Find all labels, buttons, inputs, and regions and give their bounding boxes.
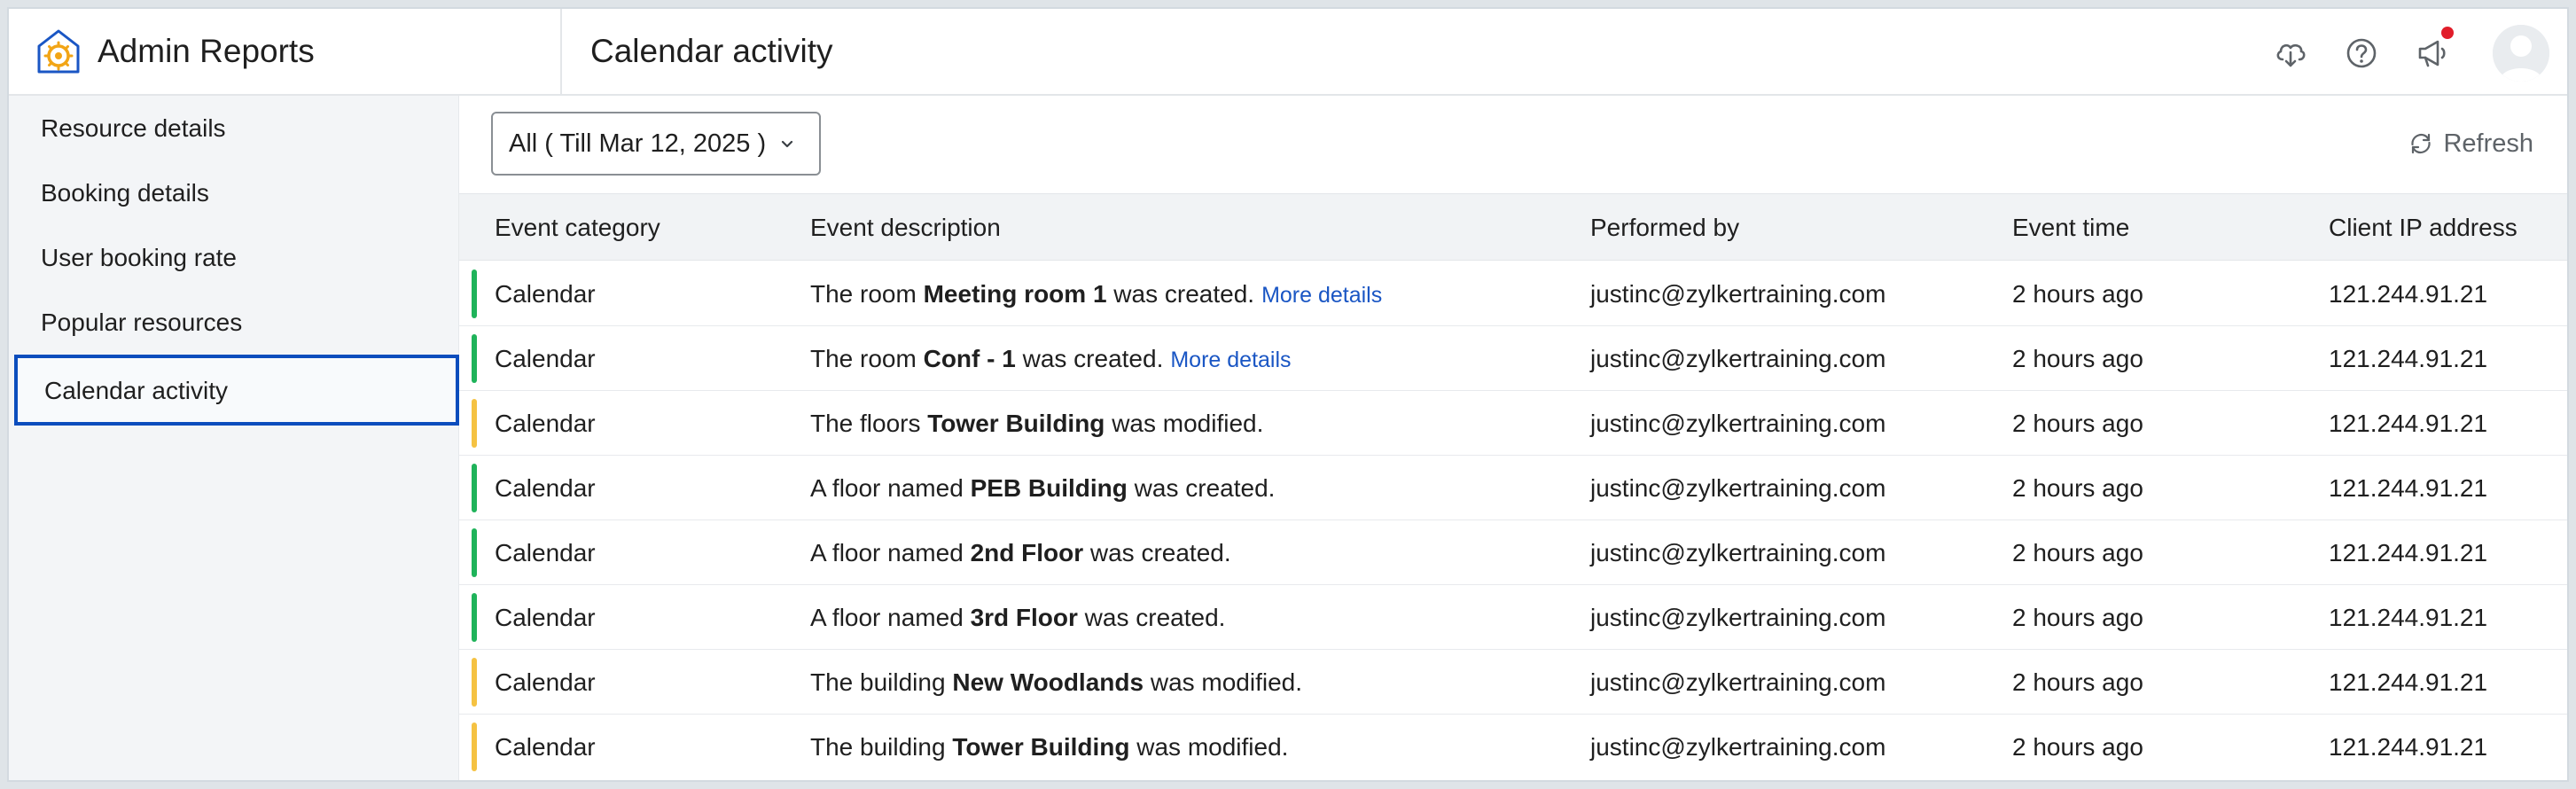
event-description: The building Tower Building was modified… — [810, 733, 1289, 761]
event-time: 2 hours ago — [2012, 474, 2143, 502]
event-category: Calendar — [495, 539, 596, 566]
app-title: Admin Reports — [98, 33, 315, 69]
event-description: The floors Tower Building was modified. — [810, 410, 1264, 437]
event-time: 2 hours ago — [2012, 733, 2143, 761]
status-indicator — [472, 723, 477, 771]
status-indicator — [472, 528, 477, 577]
client-ip: 121.244.91.21 — [2329, 733, 2488, 761]
event-category: Calendar — [495, 604, 596, 631]
event-time: 2 hours ago — [2012, 539, 2143, 566]
table-row: Calendar The building Tower Building was… — [459, 715, 2567, 779]
avatar[interactable] — [2493, 25, 2549, 82]
event-description: The room Meeting room 1 was created. More… — [810, 280, 1383, 308]
table-row: Calendar The room Meeting room 1 was cre… — [459, 262, 2567, 326]
column-header-performed-by: Performed by — [1590, 214, 1740, 241]
date-filter-dropdown[interactable]: All ( Till Mar 12, 2025 ) — [491, 112, 822, 176]
status-indicator — [472, 464, 477, 512]
sidebar-item-resource-details[interactable]: Resource details — [9, 96, 459, 161]
status-indicator — [472, 658, 477, 707]
status-indicator — [472, 334, 477, 383]
table-row: Calendar The room Conf - 1 was created. M… — [459, 326, 2567, 391]
client-ip: 121.244.91.21 — [2329, 345, 2488, 372]
chevron-down-icon — [782, 140, 793, 148]
event-category: Calendar — [495, 410, 596, 437]
admin-reports-logo-icon — [35, 28, 82, 74]
client-ip: 121.244.91.21 — [2329, 604, 2488, 631]
column-header-event-time: Event time — [2012, 214, 2130, 241]
column-header-client-ip: Client IP address — [2329, 214, 2517, 241]
notification-dot — [2441, 27, 2454, 39]
status-indicator — [472, 593, 477, 642]
event-category: Calendar — [495, 345, 596, 372]
main-content: All ( Till Mar 12, 2025 ) Refresh Event … — [459, 96, 2567, 780]
client-ip: 121.244.91.21 — [2329, 539, 2488, 566]
refresh-button[interactable]: Refresh — [2408, 122, 2533, 165]
table-row: Calendar The floors Tower Building was m… — [459, 391, 2567, 456]
status-indicator — [472, 399, 477, 448]
help-icon[interactable] — [2344, 35, 2379, 71]
performed-by: justinc@zylkertraining.com — [1590, 604, 1886, 631]
sidebar-item-calendar-activity[interactable]: Calendar activity — [14, 355, 459, 426]
event-description: A floor named 3rd Floor was created. — [810, 604, 1226, 631]
event-time: 2 hours ago — [2012, 345, 2143, 372]
event-time: 2 hours ago — [2012, 410, 2143, 437]
column-header-event-category: Event category — [495, 214, 660, 241]
brand: Admin Reports — [9, 9, 562, 94]
date-filter-label: All ( Till Mar 12, 2025 ) — [509, 129, 767, 158]
table-header: Event category Event description Perform… — [459, 193, 2567, 261]
event-category: Calendar — [495, 474, 596, 502]
table-row: Calendar The building New Woodlands was … — [459, 650, 2567, 715]
event-category: Calendar — [495, 733, 596, 761]
event-time: 2 hours ago — [2012, 604, 2143, 631]
more-details-link[interactable]: More details — [1261, 283, 1382, 308]
table-row: Calendar A floor named 3rd Floor was cre… — [459, 585, 2567, 650]
more-details-link[interactable]: More details — [1170, 348, 1291, 372]
table-row: Calendar A floor named PEB Building was … — [459, 456, 2567, 520]
sidebar-item-popular-resources[interactable]: Popular resources — [9, 290, 459, 355]
client-ip: 121.244.91.21 — [2329, 474, 2488, 502]
event-time: 2 hours ago — [2012, 668, 2143, 696]
app-window: Admin Reports Calendar activity Resource… — [7, 7, 2569, 782]
client-ip: 121.244.91.21 — [2329, 410, 2488, 437]
table-row: Calendar A floor named 2nd Floor was cre… — [459, 520, 2567, 585]
header-actions — [2266, 9, 2567, 94]
event-time: 2 hours ago — [2012, 280, 2143, 308]
performed-by: justinc@zylkertraining.com — [1590, 410, 1886, 437]
event-description: A floor named PEB Building was created. — [810, 474, 1276, 502]
page-title: Calendar activity — [590, 33, 833, 69]
performed-by: justinc@zylkertraining.com — [1590, 668, 1886, 696]
performed-by: justinc@zylkertraining.com — [1590, 280, 1886, 308]
sidebar: Resource details Booking details User bo… — [9, 96, 459, 780]
event-category: Calendar — [495, 280, 596, 308]
column-header-event-description: Event description — [810, 214, 1001, 241]
performed-by: justinc@zylkertraining.com — [1590, 345, 1886, 372]
refresh-icon — [2411, 133, 2432, 154]
status-indicator — [472, 270, 477, 318]
event-category: Calendar — [495, 668, 596, 696]
announcement-icon[interactable] — [2415, 35, 2450, 71]
performed-by: justinc@zylkertraining.com — [1590, 539, 1886, 566]
client-ip: 121.244.91.21 — [2329, 280, 2488, 308]
event-description: A floor named 2nd Floor was created. — [810, 539, 1231, 566]
event-description: The room Conf - 1 was created. More detai… — [810, 345, 1292, 372]
performed-by: justinc@zylkertraining.com — [1590, 474, 1886, 502]
sidebar-item-user-booking-rate[interactable]: User booking rate — [9, 225, 459, 291]
cloud-download-icon[interactable] — [2273, 35, 2308, 71]
refresh-label: Refresh — [2443, 129, 2533, 158]
performed-by: justinc@zylkertraining.com — [1590, 733, 1886, 761]
sidebar-item-booking-details[interactable]: Booking details — [9, 160, 459, 226]
event-description: The building New Woodlands was modified. — [810, 668, 1303, 696]
top-header: Admin Reports Calendar activity — [9, 9, 2567, 96]
client-ip: 121.244.91.21 — [2329, 668, 2488, 696]
